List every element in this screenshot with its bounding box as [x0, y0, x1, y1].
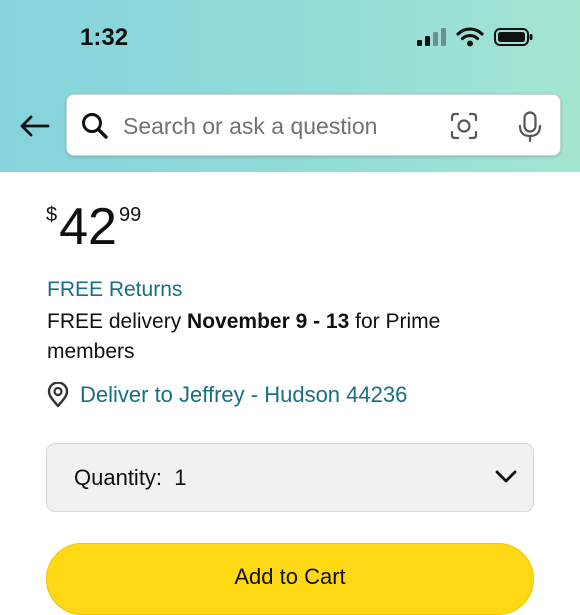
price-fraction: 99 [118, 204, 142, 226]
delivery-info: FREE delivery November 9 - 13 for Prime … [47, 307, 517, 367]
camera-lens-icon[interactable] [450, 112, 478, 140]
free-returns-link[interactable]: FREE Returns [47, 278, 182, 302]
search-icon [82, 113, 108, 139]
quantity-label: Quantity: [74, 465, 163, 490]
delivery-dates: November 9 - 13 [187, 310, 350, 333]
chevron-down-icon [495, 470, 517, 483]
status-time: 1:32 [80, 24, 129, 51]
back-arrow-icon [20, 115, 50, 137]
back-button[interactable] [16, 108, 52, 144]
add-to-cart-label: Add to Cart [234, 564, 346, 589]
add-to-cart-button[interactable]: Add to Cart [46, 543, 534, 615]
product-price: $ 42 99 [46, 198, 141, 256]
quantity-select[interactable]: Quantity: 1 [46, 443, 534, 512]
search-bar[interactable] [66, 94, 561, 156]
battery-icon [494, 28, 533, 46]
search-input[interactable] [121, 105, 445, 147]
delivery-prefix: FREE delivery [47, 310, 188, 333]
signal-icon [417, 28, 446, 46]
deliver-to-link[interactable]: Deliver to Jeffrey - Hudson 44236 [46, 382, 407, 408]
microphone-icon[interactable] [517, 111, 543, 143]
deliver-to-label: Deliver to Jeffrey - Hudson 44236 [80, 382, 408, 407]
price-whole: 42 [59, 198, 117, 256]
quantity-label-group: Quantity: 1 [74, 465, 187, 491]
quantity-value: 1 [174, 465, 187, 490]
location-pin-icon [47, 382, 69, 408]
status-icons [416, 27, 534, 47]
top-header: 1:32 [0, 0, 580, 172]
price-currency: $ [46, 204, 58, 226]
wifi-icon [456, 27, 484, 47]
